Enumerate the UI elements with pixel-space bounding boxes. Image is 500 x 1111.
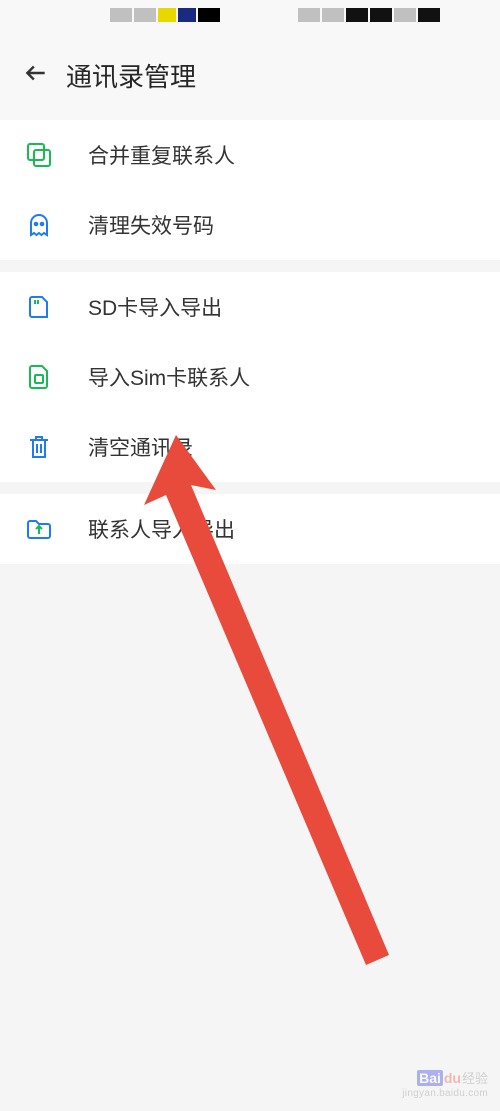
watermark-exp: 经验 bbox=[462, 1068, 488, 1087]
item-sim-import[interactable]: 导入Sim卡联系人 bbox=[0, 342, 500, 412]
ghost-icon bbox=[24, 210, 54, 240]
status-right bbox=[298, 8, 440, 22]
watermark: Bai du 经验 jingyan.baidu.com bbox=[402, 1068, 488, 1099]
watermark-bai: Bai bbox=[417, 1070, 443, 1086]
item-label: 导入Sim卡联系人 bbox=[88, 362, 250, 392]
item-contacts-import-export[interactable]: 联系人导入导出 bbox=[0, 494, 500, 564]
item-cleanup-invalid[interactable]: 清理失效号码 bbox=[0, 190, 500, 260]
item-merge-duplicates[interactable]: 合并重复联系人 bbox=[0, 120, 500, 190]
trash-icon bbox=[24, 432, 54, 462]
back-icon bbox=[23, 60, 49, 91]
watermark-du: du bbox=[444, 1070, 461, 1086]
sdcard-icon bbox=[24, 292, 54, 322]
item-clear-contacts[interactable]: 清空通讯录 bbox=[0, 412, 500, 482]
section-1: 合并重复联系人 清理失效号码 bbox=[0, 120, 500, 260]
item-label: SD卡导入导出 bbox=[88, 292, 222, 322]
item-label: 合并重复联系人 bbox=[88, 140, 235, 170]
folder-upload-icon bbox=[24, 514, 54, 544]
header: 通讯录管理 bbox=[0, 30, 500, 120]
simcard-icon bbox=[24, 362, 54, 392]
watermark-url: jingyan.baidu.com bbox=[402, 1088, 488, 1099]
back-button[interactable] bbox=[20, 59, 52, 91]
merge-icon bbox=[24, 140, 54, 170]
status-left bbox=[110, 8, 220, 22]
item-label: 清空通讯录 bbox=[88, 432, 193, 462]
item-sd-import-export[interactable]: SD卡导入导出 bbox=[0, 272, 500, 342]
item-label: 清理失效号码 bbox=[88, 210, 214, 240]
status-bar bbox=[0, 0, 500, 30]
page-title: 通讯录管理 bbox=[66, 57, 196, 94]
section-3: 联系人导入导出 bbox=[0, 494, 500, 564]
item-label: 联系人导入导出 bbox=[88, 514, 235, 544]
section-2: SD卡导入导出 导入Sim卡联系人 清空通讯录 bbox=[0, 272, 500, 482]
